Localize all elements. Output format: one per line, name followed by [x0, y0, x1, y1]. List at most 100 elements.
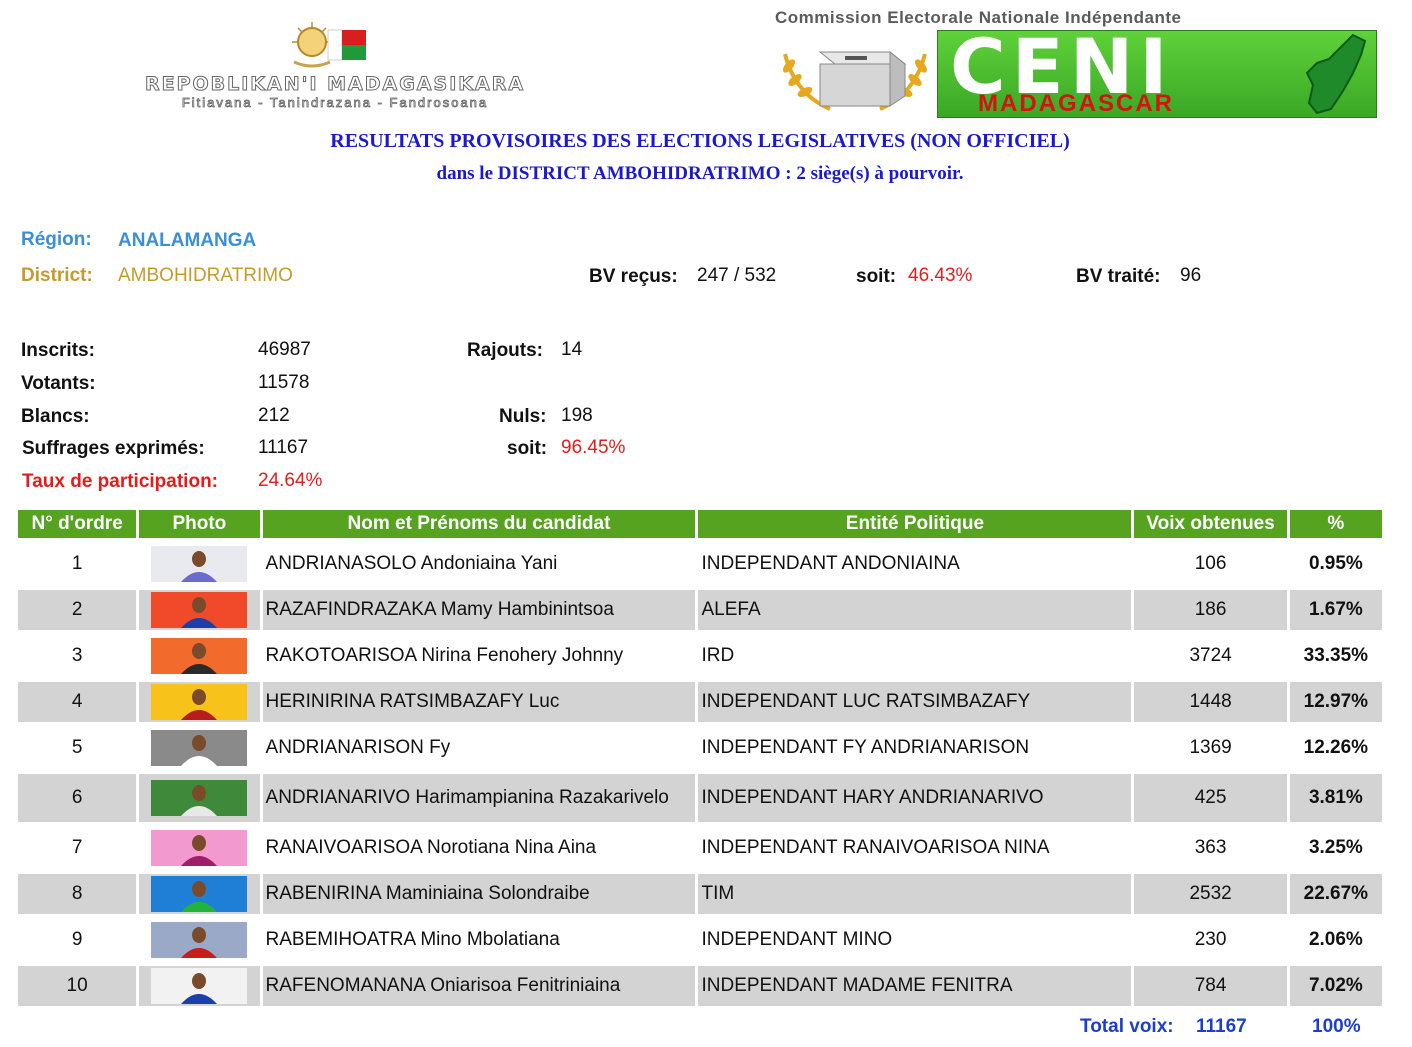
cell-entity: ALEFA — [698, 590, 1132, 630]
district-label: District: — [21, 265, 93, 286]
cell-photo — [139, 774, 260, 822]
cell-votes: 230 — [1134, 920, 1287, 960]
blancs-value: 212 — [258, 405, 290, 426]
cell-pct: 12.97% — [1289, 682, 1382, 722]
bv-traite-value: 96 — [1180, 265, 1202, 286]
cell-order: 4 — [18, 682, 137, 722]
cell-photo — [139, 828, 260, 868]
bv-soit-value: 46.43% — [908, 265, 973, 286]
bv-recus-value: 247 / 532 — [697, 265, 777, 286]
cell-photo — [139, 590, 260, 630]
cell-order: 8 — [18, 874, 137, 914]
table-row: 3 RAKOTOARISOA Nirina Fenohery Johnny IRD 3… — [18, 636, 1382, 676]
candidate-photo[interactable] — [151, 684, 248, 720]
cell-pct: 3.25% — [1289, 828, 1382, 868]
total-voix-label: Total voix: — [1080, 1016, 1174, 1037]
ceni-country: MADAGASCAR — [978, 90, 1174, 117]
region-label: Région: — [21, 229, 92, 250]
candidate-photo[interactable] — [151, 592, 248, 628]
nuls-label: Nuls: — [499, 406, 547, 427]
candidate-photo[interactable] — [151, 780, 248, 816]
table-row: 2 RAZAFINDRAZAKA Mamy Hambinintsoa ALEFA 18… — [18, 590, 1382, 630]
table-row: 7 RANAIVOARISOA Norotiana Nina Aina INDEPE… — [18, 828, 1382, 868]
cell-votes: 1448 — [1134, 682, 1287, 722]
candidate-photo[interactable] — [151, 922, 248, 958]
table-row: 4 HERINIRINA RATSIMBAZAFY Luc INDEPENDANT … — [18, 682, 1382, 722]
blancs-label: Blancs: — [21, 406, 90, 427]
bv-traite-label: BV traité: — [1076, 266, 1161, 287]
candidate-photo[interactable] — [151, 638, 248, 674]
cell-order: 2 — [18, 590, 137, 630]
cell-entity: INDEPENDANT RANAIVOARISOA NINA — [698, 828, 1132, 868]
candidate-photo[interactable] — [151, 876, 248, 912]
cell-order: 3 — [18, 636, 137, 676]
total-voix-value: 11167 — [1196, 1016, 1247, 1037]
bv-recus-label: BV reçus: — [589, 266, 678, 287]
cell-candidate-name: ANDRIANASOLO Andoniaina Yani — [262, 544, 696, 584]
cell-votes: 186 — [1134, 590, 1287, 630]
ceni-banner: CENI MADAGASCAR — [937, 27, 1377, 118]
cell-entity: INDEPENDANT MADAME FENITRA — [698, 966, 1132, 1006]
candidate-photo[interactable] — [151, 730, 248, 766]
table-row: 9 RABEMIHOATRA Mino Mbolatiana INDEPENDANT… — [18, 920, 1382, 960]
cell-entity: TIM — [698, 874, 1132, 914]
candidate-photo[interactable] — [151, 968, 248, 1004]
col-header-photo: Photo — [139, 510, 260, 538]
col-header-pct: % — [1289, 510, 1382, 538]
results-table: N° d'ordre Photo Nom et Prénoms du candi… — [15, 504, 1385, 1012]
cell-photo — [139, 874, 260, 914]
cell-entity: INDEPENDANT FY ANDRIANARISON — [698, 728, 1132, 768]
cell-entity: INDEPENDANT ANDONIAINA — [698, 544, 1132, 584]
ballot-box-icon — [783, 50, 927, 111]
cell-candidate-name: HERINIRINA RATSIMBAZAFY Luc — [262, 682, 696, 722]
table-row: 1 ANDRIANASOLO Andoniaina Yani INDEPENDANT… — [18, 544, 1382, 584]
col-header-name: Nom et Prénoms du candidat — [262, 510, 696, 538]
cell-candidate-name: RAFENOMANANA Oniarisoa Fenitriniaina — [262, 966, 696, 1006]
republic-emblem-icon — [292, 22, 366, 68]
cell-votes: 3724 — [1134, 636, 1287, 676]
ceni-logo: Commission Electorale Nationale Indépend… — [775, 8, 1380, 118]
rajouts-label: Rajouts: — [467, 340, 543, 361]
votants-value: 11578 — [258, 372, 310, 393]
region-value: ANALAMANGA — [118, 230, 257, 251]
cell-candidate-name: RABEMIHOATRA Mino Mbolatiana — [262, 920, 696, 960]
republic-logo: REPOBLIKAN'I MADAGASIKARA Fitiavana - Ta… — [110, 18, 560, 110]
cell-candidate-name: RAZAFINDRAZAKA Mamy Hambinintsoa — [262, 590, 696, 630]
cell-photo — [139, 636, 260, 676]
inscrits-value: 46987 — [258, 339, 311, 360]
cell-pct: 22.67% — [1289, 874, 1382, 914]
cell-votes: 363 — [1134, 828, 1287, 868]
col-header-entity: Entité Politique — [698, 510, 1132, 538]
cell-votes: 2532 — [1134, 874, 1287, 914]
rajouts-value: 14 — [561, 339, 583, 360]
cell-order: 9 — [18, 920, 137, 960]
cell-photo — [139, 544, 260, 584]
col-header-votes: Voix obtenues — [1134, 510, 1287, 538]
cell-entity: INDEPENDANT HARY ANDRIANARIVO — [698, 774, 1132, 822]
bv-soit-label: soit: — [856, 266, 897, 287]
cell-photo — [139, 966, 260, 1006]
page-title: RESULTATS PROVISOIRES DES ELECTIONS LEGI… — [330, 130, 1070, 152]
page-subtitle: dans le DISTRICT AMBOHIDRATRIMO : 2 sièg… — [436, 163, 964, 184]
cell-photo — [139, 920, 260, 960]
cell-candidate-name: ANDRIANARISON Fy — [262, 728, 696, 768]
cell-photo — [139, 682, 260, 722]
cell-order: 10 — [18, 966, 137, 1006]
cell-order: 6 — [18, 774, 137, 822]
candidate-photo[interactable] — [151, 546, 248, 582]
suffrages-soit-label: soit: — [507, 438, 548, 459]
table-row: 6 ANDRIANARIVO Harimampianina Razakarivel… — [18, 774, 1382, 822]
nuls-value: 198 — [561, 405, 593, 426]
cell-pct: 1.67% — [1289, 590, 1382, 630]
taux-label: Taux de participation: — [22, 471, 219, 492]
table-row: 10 RAFENOMANANA Oniarisoa Fenitriniaina IN… — [18, 966, 1382, 1006]
table-row: 5 ANDRIANARISON Fy INDEPENDANT FY ANDRIANA… — [18, 728, 1382, 768]
cell-photo — [139, 728, 260, 768]
results-body: 1 ANDRIANASOLO Andoniaina Yani INDEPENDANT… — [18, 544, 1382, 1006]
taux-value: 24.64% — [258, 470, 323, 491]
cell-votes: 784 — [1134, 966, 1287, 1006]
cell-votes: 425 — [1134, 774, 1287, 822]
candidate-photo[interactable] — [151, 830, 248, 866]
madagascar-map-icon — [1305, 33, 1367, 115]
cell-entity: INDEPENDANT MINO — [698, 920, 1132, 960]
